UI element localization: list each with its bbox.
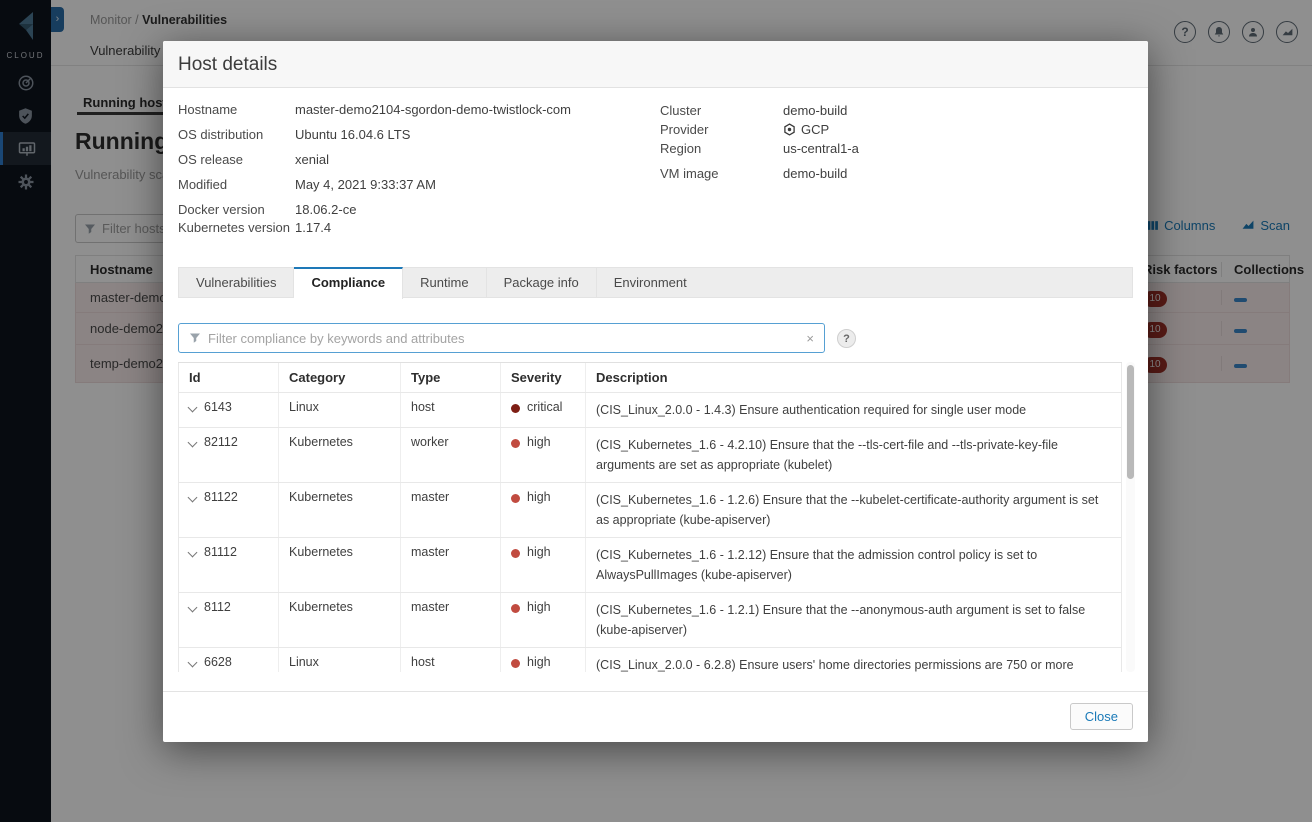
compliance-row[interactable]: 8112 Kubernetes master high (CIS_Kuberne… <box>178 593 1122 648</box>
detail-value-docker-version: 18.06.2-ce <box>295 202 357 217</box>
severity-dot <box>511 659 520 668</box>
severity-label: high <box>527 435 551 449</box>
detail-label: Hostname <box>178 102 238 117</box>
compliance-category: Kubernetes <box>279 538 401 592</box>
detail-value-provider: GCP <box>783 120 829 139</box>
detail-value-vm-image: demo-build <box>783 166 848 181</box>
compliance-id: 6628 <box>204 655 232 669</box>
compliance-type: master <box>401 593 501 647</box>
chevron-down-icon[interactable] <box>187 492 198 503</box>
table-scrollbar[interactable] <box>1126 362 1135 672</box>
provider-name: GCP <box>801 122 830 137</box>
host-details-modal: Host details Hostname master-demo2104-sgo… <box>163 41 1148 742</box>
compliance-id: 81122 <box>204 490 238 504</box>
compliance-filter-row: × ? <box>178 323 856 353</box>
severity-label: high <box>527 600 551 614</box>
chevron-down-icon[interactable] <box>187 657 198 668</box>
chevron-down-icon[interactable] <box>187 602 198 613</box>
compliance-type: master <box>401 538 501 592</box>
app-canvas: CLOUD › Monitor / Vulnerabilities Vulner… <box>0 0 1312 822</box>
detail-value-region: us-central1-a <box>783 141 859 156</box>
severity-dot <box>511 439 520 448</box>
detail-value-cluster: demo-build <box>783 103 848 118</box>
tab-vulnerabilities[interactable]: Vulnerabilities <box>179 268 295 297</box>
detail-label: Kubernetes version <box>178 220 291 235</box>
compliance-description: (CIS_Kubernetes_1.6 - 1.2.6) Ensure that… <box>596 493 1099 527</box>
compliance-type: host <box>401 393 501 427</box>
col-type[interactable]: Type <box>401 363 501 392</box>
tab-compliance[interactable]: Compliance <box>294 267 404 299</box>
host-details-right: Cluster demo-build Provider GCP Region us-… <box>660 101 859 183</box>
detail-label: VM image <box>660 166 719 181</box>
host-details-left: Hostname master-demo2104-sgordon-demo-twi… <box>178 101 571 244</box>
funnel-icon <box>189 332 201 344</box>
compliance-type: worker <box>401 428 501 482</box>
modal-title: Host details <box>178 54 278 75</box>
compliance-table-header: Id Category Type Severity Description <box>178 363 1122 393</box>
chevron-down-icon[interactable] <box>187 402 198 413</box>
compliance-description: (CIS_Kubernetes_1.6 - 4.2.10) Ensure tha… <box>596 438 1058 472</box>
detail-label: Region <box>660 141 702 156</box>
modal-footer: Close <box>163 691 1148 742</box>
severity-label: high <box>527 655 551 669</box>
compliance-row[interactable]: 81122 Kubernetes master high (CIS_Kubern… <box>178 483 1122 538</box>
compliance-table: Id Category Type Severity Description 61… <box>178 362 1122 672</box>
compliance-id: 8112 <box>204 600 231 614</box>
detail-value-os-distribution: Ubuntu 16.04.6 LTS <box>295 127 411 142</box>
col-category[interactable]: Category <box>279 363 401 392</box>
detail-value-kubernetes-version: 1.17.4 <box>295 220 332 235</box>
compliance-category: Linux <box>279 393 401 427</box>
compliance-id: 6143 <box>204 400 232 414</box>
detail-label: Cluster <box>660 103 702 118</box>
severity-label: high <box>527 490 551 504</box>
gcp-icon <box>783 123 796 136</box>
modal-tabbar: Vulnerabilities Compliance Runtime Packa… <box>178 267 1133 299</box>
compliance-description: (CIS_Linux_2.0.0 - 6.2.8) Ensure users' … <box>596 658 1074 672</box>
compliance-description: (CIS_Kubernetes_1.6 - 1.2.1) Ensure that… <box>596 603 1086 637</box>
col-id[interactable]: Id <box>179 363 279 392</box>
compliance-category: Kubernetes <box>279 428 401 482</box>
modal-header: Host details <box>163 41 1148 88</box>
detail-value-hostname: master-demo2104-sgordon-demo-twistlock-c… <box>295 102 571 117</box>
severity-dot <box>511 604 520 613</box>
chevron-down-icon[interactable] <box>187 437 198 448</box>
severity-dot <box>511 404 520 413</box>
compliance-row[interactable]: 81112 Kubernetes master high (CIS_Kubern… <box>178 538 1122 593</box>
compliance-category: Kubernetes <box>279 593 401 647</box>
scrollbar-thumb[interactable] <box>1127 365 1134 479</box>
compliance-filter-input[interactable] <box>208 330 800 346</box>
detail-value-os-release: xenial <box>295 152 329 167</box>
tab-runtime[interactable]: Runtime <box>403 268 487 297</box>
detail-label: Modified <box>178 177 228 192</box>
detail-value-modified: May 4, 2021 9:33:37 AM <box>295 177 436 192</box>
compliance-description: (CIS_Linux_2.0.0 - 1.4.3) Ensure authent… <box>596 403 1027 417</box>
tab-environment[interactable]: Environment <box>597 268 704 297</box>
detail-label: OS release <box>178 152 244 167</box>
clear-filter-icon[interactable]: × <box>806 331 814 346</box>
compliance-type: host <box>401 648 501 672</box>
severity-label: critical <box>527 400 563 414</box>
compliance-row[interactable]: 6628 Linux host high (CIS_Linux_2.0.0 - … <box>178 648 1122 672</box>
col-description[interactable]: Description <box>586 363 1121 392</box>
compliance-description: (CIS_Kubernetes_1.6 - 1.2.12) Ensure tha… <box>596 548 1038 582</box>
compliance-id: 81112 <box>204 545 237 559</box>
compliance-row[interactable]: 6143 Linux host critical (CIS_Linux_2.0.… <box>178 393 1122 428</box>
severity-label: high <box>527 545 551 559</box>
chevron-down-icon[interactable] <box>187 547 198 558</box>
detail-label: Provider <box>660 122 709 137</box>
compliance-category: Linux <box>279 648 401 672</box>
severity-dot <box>511 549 520 558</box>
compliance-filter-input-wrap: × <box>178 323 825 353</box>
detail-label: OS distribution <box>178 127 264 142</box>
filter-help-button[interactable]: ? <box>837 328 856 348</box>
compliance-id: 82112 <box>204 435 238 449</box>
detail-label: Docker version <box>178 202 265 217</box>
severity-dot <box>511 494 520 503</box>
compliance-category: Kubernetes <box>279 483 401 537</box>
compliance-type: master <box>401 483 501 537</box>
tab-package-info[interactable]: Package info <box>487 268 597 297</box>
compliance-row[interactable]: 82112 Kubernetes worker high (CIS_Kubern… <box>178 428 1122 483</box>
col-severity[interactable]: Severity <box>501 363 586 392</box>
close-button[interactable]: Close <box>1069 703 1133 730</box>
